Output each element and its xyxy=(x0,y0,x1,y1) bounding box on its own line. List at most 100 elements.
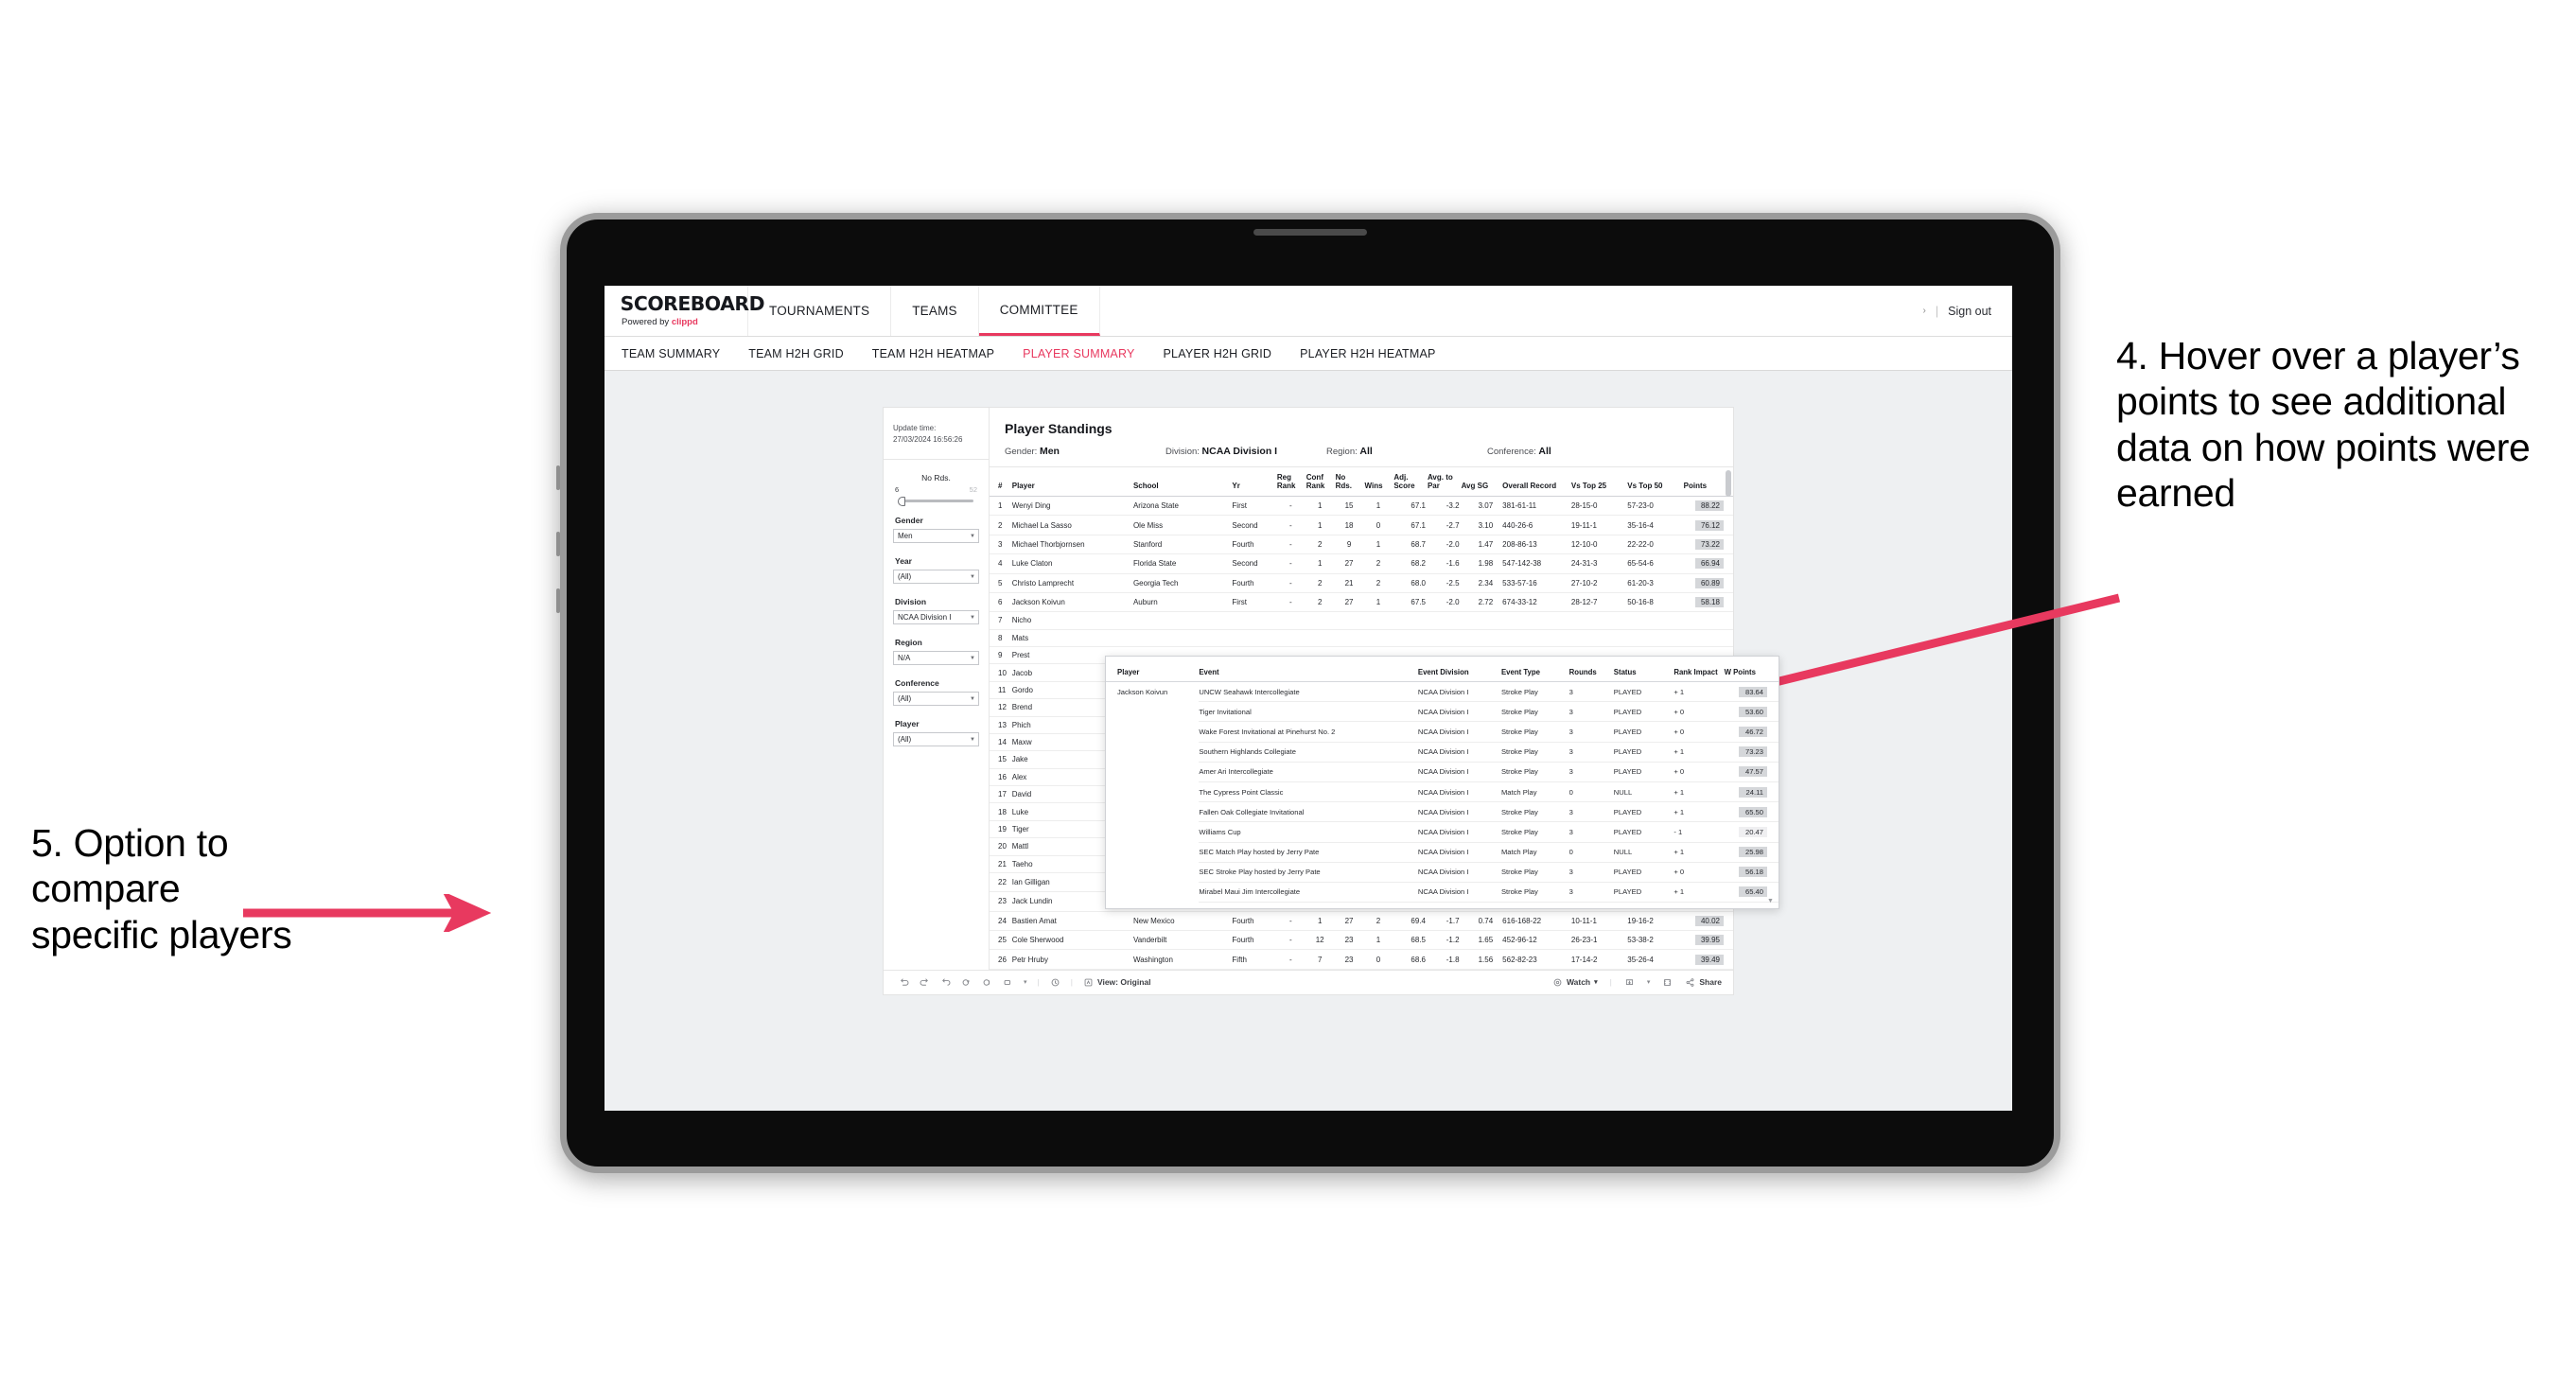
reset-caret-icon[interactable]: ▾ xyxy=(1024,978,1027,986)
standings-scrollbar-thumb[interactable] xyxy=(1726,470,1731,497)
standings-row[interactable]: 3 Michael Thorbjornsen Stanford Fourth -2 9 1 6… xyxy=(990,535,1733,555)
user-menu-caret-icon[interactable]: › xyxy=(1923,306,1926,316)
standings-row[interactable]: 8 Mats xyxy=(990,629,1733,648)
col-player[interactable]: Player xyxy=(1011,467,1133,497)
cell-points[interactable]: 40.02 xyxy=(1683,911,1733,932)
cell-points[interactable]: 88.22 xyxy=(1683,496,1733,517)
subnav-item-team-h2h-grid[interactable]: TEAM H2H GRID xyxy=(748,347,844,360)
tt-cell-event-division: NCAA Division I xyxy=(1417,781,1501,803)
standings-row[interactable]: 7 Nicho xyxy=(990,611,1733,630)
standings-row[interactable]: 6 Jackson Koivun Auburn First -2 27 1 67.5 -2.0 2… xyxy=(990,592,1733,613)
cell-no-rds: 18 xyxy=(1335,515,1365,535)
pause-icon[interactable] xyxy=(1050,977,1060,988)
points-value[interactable]: 88.22 xyxy=(1695,500,1724,512)
cell-rank: 2 xyxy=(990,515,1012,535)
col-wins[interactable]: Wins xyxy=(1364,467,1394,497)
filter-gender-select[interactable]: Men ▼ xyxy=(893,529,979,543)
sign-out-link[interactable]: Sign out xyxy=(1948,305,1991,318)
col-rank[interactable]: # xyxy=(990,467,1012,497)
standings-row[interactable]: 25 Cole Sherwood Vanderbilt Fourth -12 23 1 68.… xyxy=(990,930,1733,951)
undo-icon[interactable] xyxy=(899,977,909,988)
cell-rank: 5 xyxy=(990,573,1012,593)
col-avg-to-par[interactable]: Avg. to Par xyxy=(1427,467,1462,497)
cell-school: Stanford xyxy=(1132,535,1233,555)
filter-year-select[interactable]: (All) ▼ xyxy=(893,570,979,584)
tt-cell-event-division: NCAA Division I xyxy=(1417,882,1501,904)
redo-icon[interactable] xyxy=(920,977,930,988)
standings-row[interactable]: 1 Wenyi Ding Arizona State First -1 15 1 67.1 -3… xyxy=(990,496,1733,517)
filter-no-rounds[interactable]: No Rds. 6 52 xyxy=(893,473,979,506)
reset-icon[interactable] xyxy=(1003,977,1013,988)
col-vs-top-25[interactable]: Vs Top 25 xyxy=(1570,467,1628,497)
cell-points[interactable]: 66.94 xyxy=(1683,553,1733,574)
cell-reg-rank: - xyxy=(1276,949,1306,970)
cell-vs-top-25: 26-23-1 xyxy=(1570,930,1628,951)
subnav-item-player-h2h-grid[interactable]: PLAYER H2H GRID xyxy=(1164,347,1272,360)
revert-icon[interactable] xyxy=(940,977,951,988)
points-value[interactable]: 73.22 xyxy=(1695,538,1724,550)
standings-row[interactable]: 5 Christo Lamprecht Georgia Tech Fourth -2 21… xyxy=(990,573,1733,593)
nav-item-committee[interactable]: COMMITTEE xyxy=(978,286,1100,336)
col-avg-sg[interactable]: Avg SG xyxy=(1461,467,1496,497)
points-value[interactable]: 76.12 xyxy=(1695,519,1724,531)
col-vs-top-50[interactable]: Vs Top 50 xyxy=(1627,467,1684,497)
subnav-item-player-h2h-heatmap[interactable]: PLAYER H2H HEATMAP xyxy=(1300,347,1435,360)
points-value[interactable]: 39.95 xyxy=(1695,935,1724,946)
chevron-down-icon: ▼ xyxy=(970,655,975,661)
download-caret-icon[interactable]: ▾ xyxy=(1647,978,1651,986)
standings-row[interactable]: 2 Michael La Sasso Ole Miss Second -1 18 0 67.1… xyxy=(990,515,1733,535)
standings-row[interactable]: 4 Luke Claton Florida State Second -1 27 2 68.2… xyxy=(990,553,1733,574)
tooltip-header-row: Player Event Event Division Event Type R… xyxy=(1106,665,1779,682)
share-button[interactable]: Share xyxy=(1685,977,1722,988)
col-yr[interactable]: Yr xyxy=(1232,467,1277,497)
no-rounds-slider-track[interactable] xyxy=(898,496,973,506)
w-points-value: 25.98 xyxy=(1739,847,1767,858)
cell-points[interactable]: 76.12 xyxy=(1683,515,1733,535)
standings-row[interactable]: 26 Petr Hruby Washington Fifth -7 23 0 68.6 -1.8… xyxy=(990,949,1733,970)
cell-player: Wenyi Ding xyxy=(1011,496,1133,517)
filter-region-select[interactable]: N/A ▼ xyxy=(893,651,979,665)
tt-cell-event-division: NCAA Division I xyxy=(1417,742,1501,763)
col-reg-rank[interactable]: Reg Rank xyxy=(1276,467,1306,497)
tt-cell-event-division: NCAA Division I xyxy=(1417,862,1501,883)
subnav-item-player-summary[interactable]: PLAYER SUMMARY xyxy=(1023,347,1134,360)
view-icon xyxy=(1083,977,1094,988)
no-rounds-slider-thumb[interactable] xyxy=(898,496,905,506)
refresh-icon[interactable] xyxy=(961,977,972,988)
col-no-rds[interactable]: No Rds. xyxy=(1335,467,1365,497)
filter-player-select[interactable]: (All) ▼ xyxy=(893,732,979,746)
filter-conference-select[interactable]: (All) ▼ xyxy=(893,692,979,706)
fullscreen-icon[interactable] xyxy=(1662,977,1673,988)
subnav-item-team-h2h-heatmap[interactable]: TEAM H2H HEATMAP xyxy=(872,347,994,360)
subnav-item-team-summary[interactable]: TEAM SUMMARY xyxy=(622,347,720,360)
pause-auto-update-icon[interactable] xyxy=(982,977,992,988)
watch-button[interactable]: Watch ▾ xyxy=(1552,977,1598,988)
cell-adj-score xyxy=(1393,629,1428,648)
cell-points[interactable]: 39.95 xyxy=(1683,930,1733,951)
standings-row[interactable]: 24 Bastien Amat New Mexico Fourth -1 27 2 69.4-… xyxy=(990,911,1733,932)
points-value[interactable]: 40.02 xyxy=(1695,915,1724,926)
cell-vs-top-25 xyxy=(1570,629,1628,648)
tt-cell-w-points: 65.50 xyxy=(1724,801,1779,823)
col-overall-record[interactable]: Overall Record xyxy=(1495,467,1571,497)
cell-points[interactable]: 73.22 xyxy=(1683,535,1733,555)
tt-cell-player xyxy=(1106,842,1199,862)
nav-item-teams[interactable]: TEAMS xyxy=(891,286,979,336)
cell-vs-top-50: 53-38-2 xyxy=(1627,930,1684,951)
annotation-5-arrow xyxy=(243,894,492,932)
filter-division-select[interactable]: NCAA Division I ▼ xyxy=(893,610,979,624)
brand-logo[interactable]: SCOREBOARD Powered by clippd xyxy=(605,286,765,336)
tt-cell-status: PLAYED xyxy=(1613,821,1674,843)
nav-item-tournaments[interactable]: TOURNAMENTS xyxy=(748,286,892,336)
view-original-button[interactable]: View: Original xyxy=(1083,977,1150,988)
points-value[interactable]: 66.94 xyxy=(1695,558,1724,570)
col-conf-rank[interactable]: Conf Rank xyxy=(1306,467,1336,497)
cell-avg-to-par: -2.0 xyxy=(1427,535,1462,555)
points-value[interactable]: 39.49 xyxy=(1695,954,1724,965)
cell-overall-record: 547-142-38 xyxy=(1495,553,1571,574)
cell-points[interactable]: 39.49 xyxy=(1683,949,1733,970)
col-school[interactable]: School xyxy=(1132,467,1233,497)
tooltip-scroll-indicator[interactable]: ▼ xyxy=(1765,898,1776,904)
col-adj-score[interactable]: Adj. Score xyxy=(1393,467,1428,497)
download-icon[interactable] xyxy=(1624,977,1635,988)
